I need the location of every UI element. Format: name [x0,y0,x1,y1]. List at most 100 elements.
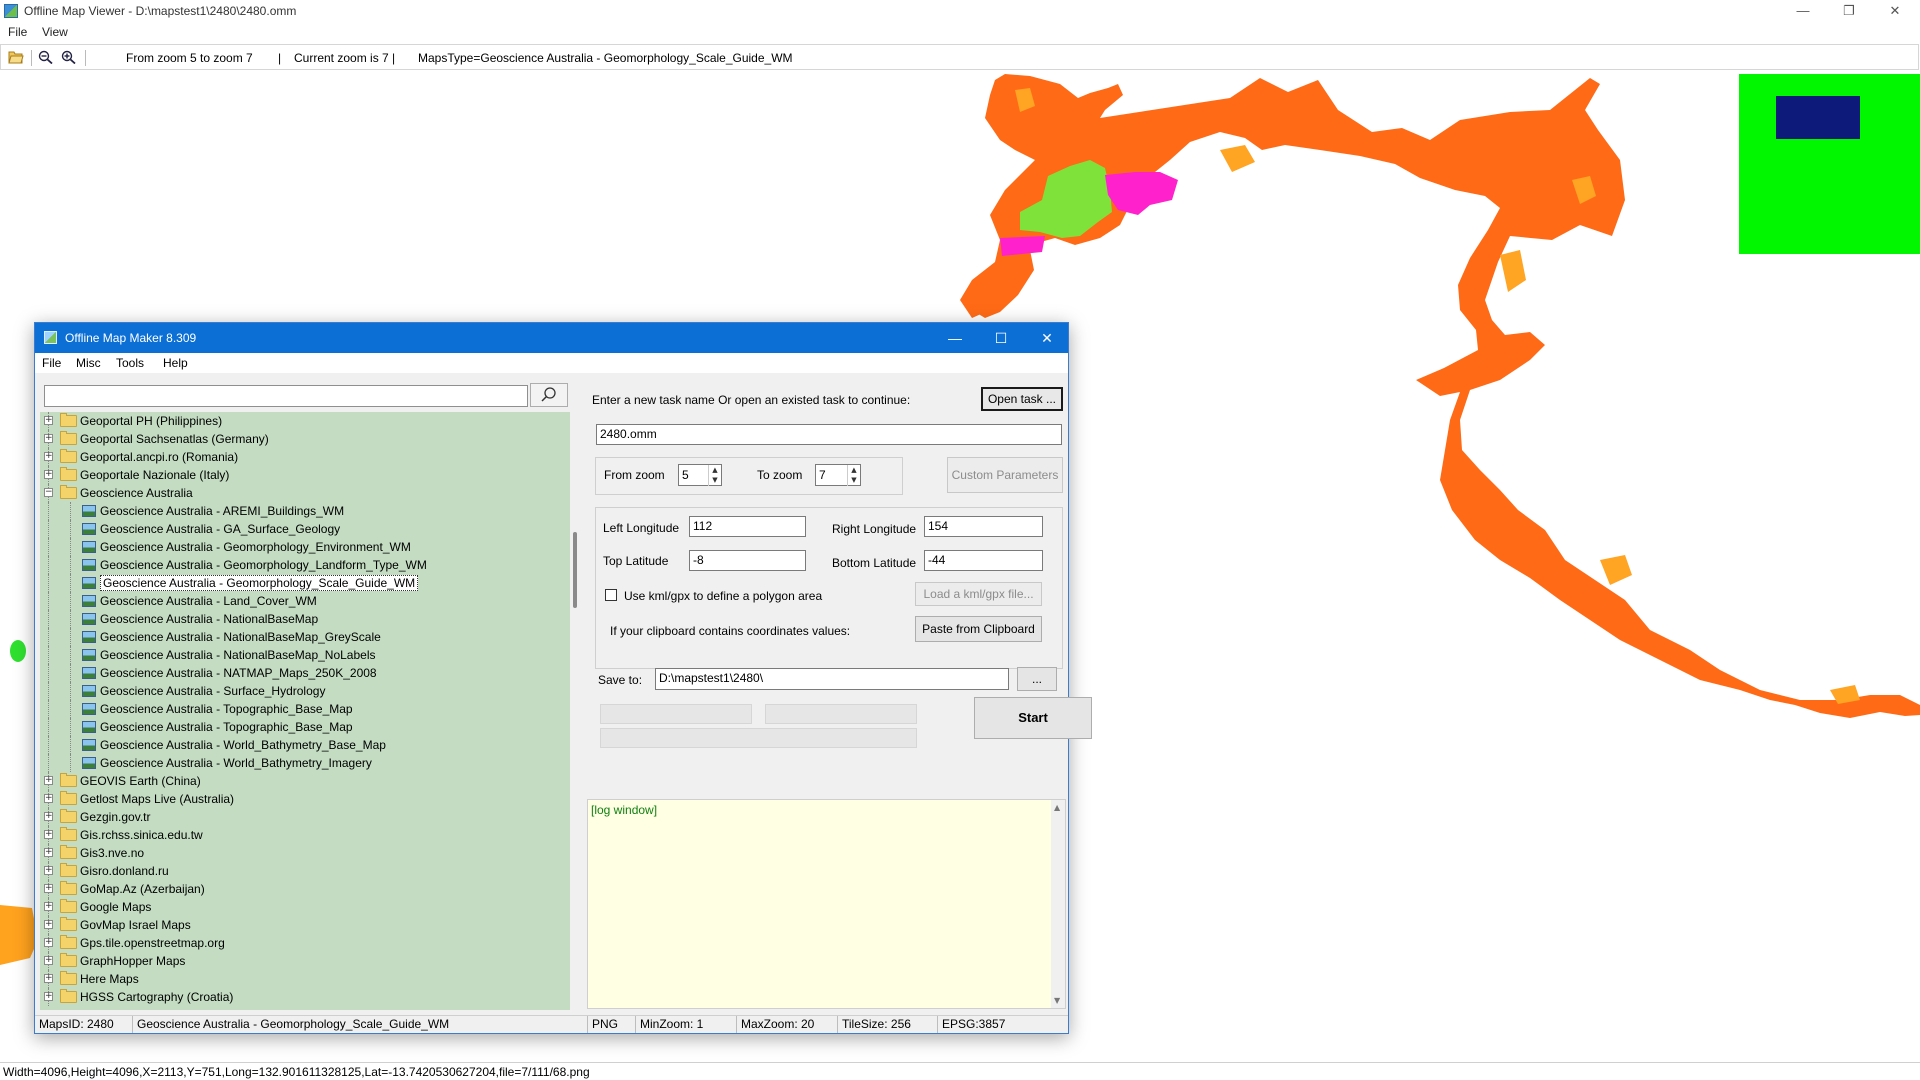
scroll-down-icon[interactable]: ▼ [1054,996,1060,1005]
expand-icon[interactable]: + [44,452,53,461]
open-task-button[interactable]: Open task ... [981,387,1063,411]
tree-folder-item[interactable]: + GEOVIS Earth (China) [40,772,570,790]
maker-minimize-button[interactable]: — [935,327,975,349]
maps-tree[interactable]: + Geoportal PH (Philippines) + Geoportal Sa… [40,412,570,1010]
tree-folder-item[interactable]: + Geoportale Nazionale (Italy) [40,466,570,484]
tree-guide-line [70,754,71,772]
tree-folder-item[interactable]: + Getlost Maps Live (Australia) [40,790,570,808]
map-layer-icon [82,541,96,553]
map-layer-icon [82,739,96,751]
maker-maximize-button[interactable]: ☐ [981,327,1021,349]
viewer-close-button[interactable]: ✕ [1872,2,1918,22]
tree-map-item[interactable]: Geoscience Australia - NationalBaseMap_G… [40,628,570,646]
paste-clipboard-button[interactable]: Paste from Clipboard [915,616,1042,642]
from-zoom-stepper[interactable]: 5 ▲ ▼ [678,464,722,486]
viewer-minimize-button[interactable]: — [1780,2,1826,22]
tree-map-item[interactable]: Geoscience Australia - GA_Surface_Geolog… [40,520,570,538]
scroll-up-icon[interactable]: ▲ [1054,803,1060,812]
tree-map-item[interactable]: Geoscience Australia - Topographic_Base_… [40,718,570,736]
load-kml-button[interactable]: Load a kml/gpx file... [915,582,1042,606]
maker-menu-help[interactable]: Help [163,356,188,370]
log-scrollbar[interactable]: ▲ ▼ [1051,800,1065,1008]
left-longitude-field[interactable]: 112 [689,516,806,537]
expand-icon[interactable]: + [44,434,53,443]
tree-map-item[interactable]: Geoscience Australia - NationalBaseMap [40,610,570,628]
tree-map-item[interactable]: Geoscience Australia - NATMAP_Maps_250K_… [40,664,570,682]
tree-map-item[interactable]: Geoscience Australia - Geomorphology_Env… [40,538,570,556]
expand-icon[interactable]: + [44,902,53,911]
tree-folder-item[interactable]: + GoMap.Az (Azerbaijan) [40,880,570,898]
maker-close-button[interactable]: ✕ [1027,327,1067,349]
tree-folder-item[interactable]: + Google Maps [40,898,570,916]
tree-scroll-thumb[interactable] [573,532,577,608]
top-latitude-field[interactable]: -8 [689,550,806,571]
tree-folder-item[interactable]: + GraphHopper Maps [40,952,570,970]
tree-folder-item[interactable]: + HGSS Cartography (Croatia) [40,988,570,1006]
tree-map-item[interactable]: Geoscience Australia - NationalBaseMap_N… [40,646,570,664]
tree-map-item[interactable]: Geoscience Australia - Geomorphology_Sca… [40,574,570,592]
expand-icon[interactable]: + [44,470,53,479]
tree-folder-item[interactable]: + Gisro.donland.ru [40,862,570,880]
bottom-latitude-field[interactable]: -44 [924,550,1043,571]
tree-map-item[interactable]: Geoscience Australia - Geomorphology_Lan… [40,556,570,574]
tree-map-item[interactable]: Geoscience Australia - Surface_Hydrology [40,682,570,700]
expand-icon[interactable]: + [44,776,53,785]
open-folder-icon [60,485,77,499]
expand-icon[interactable]: + [44,794,53,803]
map-layer-icon [82,631,96,643]
spinner-down-icon[interactable]: ▼ [708,475,721,486]
viewer-menu-file[interactable]: File [8,25,27,39]
to-zoom-stepper[interactable]: 7 ▲ ▼ [815,464,861,486]
tree-map-item[interactable]: Geoscience Australia - AREMI_Buildings_W… [40,502,570,520]
expand-icon[interactable]: + [44,884,53,893]
zoom-out-icon[interactable] [38,50,54,64]
tree-folder-item[interactable]: + Gezgin.gov.tr [40,808,570,826]
tree-map-item[interactable]: Geoscience Australia - Topographic_Base_… [40,700,570,718]
viewer-menu-view[interactable]: View [42,25,68,39]
expand-icon[interactable]: + [44,812,53,821]
right-longitude-field[interactable]: 154 [924,516,1043,537]
tree-map-item[interactable]: Geoscience Australia - World_Bathymetry_… [40,736,570,754]
maps-search-input[interactable] [44,385,528,407]
tree-folder-item[interactable]: + Geoportal.ancpi.ro (Romania) [40,448,570,466]
expand-icon[interactable]: + [44,974,53,983]
tree-item-label: Geoscience Australia - NationalBaseMap_N… [100,648,376,662]
expand-icon[interactable]: + [44,830,53,839]
use-kml-checkbox[interactable] [605,589,617,601]
tree-folder-item[interactable]: + GovMap Israel Maps [40,916,570,934]
expand-icon[interactable]: + [44,848,53,857]
tree-folder-item[interactable]: + Gis.rchss.sinica.edu.tw [40,826,570,844]
expand-icon[interactable]: + [44,416,53,425]
spinner-down-icon[interactable]: ▼ [847,475,860,486]
maker-menu-file[interactable]: File [42,356,61,370]
viewer-restore-button[interactable]: ❐ [1826,2,1872,22]
tree-map-item[interactable]: Geoscience Australia - World_Bathymetry_… [40,754,570,772]
expand-icon[interactable]: + [44,920,53,929]
maker-menu-tools[interactable]: Tools [116,356,144,370]
tree-folder-item[interactable]: − Geoscience Australia [40,484,570,502]
log-window[interactable]: [log window] ▲ ▼ [587,799,1066,1009]
open-folder-icon[interactable] [8,50,24,64]
save-path-field[interactable]: D:\mapstest1\2480\ [655,668,1009,690]
search-button[interactable] [530,383,568,407]
task-name-field[interactable]: 2480.omm [596,424,1062,445]
browse-button[interactable]: ... [1017,667,1057,691]
expand-icon[interactable]: + [44,866,53,875]
tree-folder-item[interactable]: + Gis3.nve.no [40,844,570,862]
tree-folder-item[interactable]: + Geoportal Sachsenatlas (Germany) [40,430,570,448]
tree-map-item[interactable]: Geoscience Australia - Land_Cover_WM [40,592,570,610]
collapse-icon[interactable]: − [44,488,53,497]
maker-menu-misc[interactable]: Misc [76,356,101,370]
tree-guide-line [48,664,49,682]
tree-guide-line [48,610,49,628]
start-button[interactable]: Start [974,697,1092,739]
custom-parameters-button[interactable]: Custom Parameters [947,457,1063,493]
expand-icon[interactable]: + [44,938,53,947]
tree-scrollbar[interactable] [570,412,582,1010]
expand-icon[interactable]: + [44,956,53,965]
tree-folder-item[interactable]: + Gps.tile.openstreetmap.org [40,934,570,952]
expand-icon[interactable]: + [44,992,53,1001]
tree-folder-item[interactable]: + Geoportal PH (Philippines) [40,412,570,430]
tree-folder-item[interactable]: + Here Maps [40,970,570,988]
zoom-in-icon[interactable] [61,50,77,64]
